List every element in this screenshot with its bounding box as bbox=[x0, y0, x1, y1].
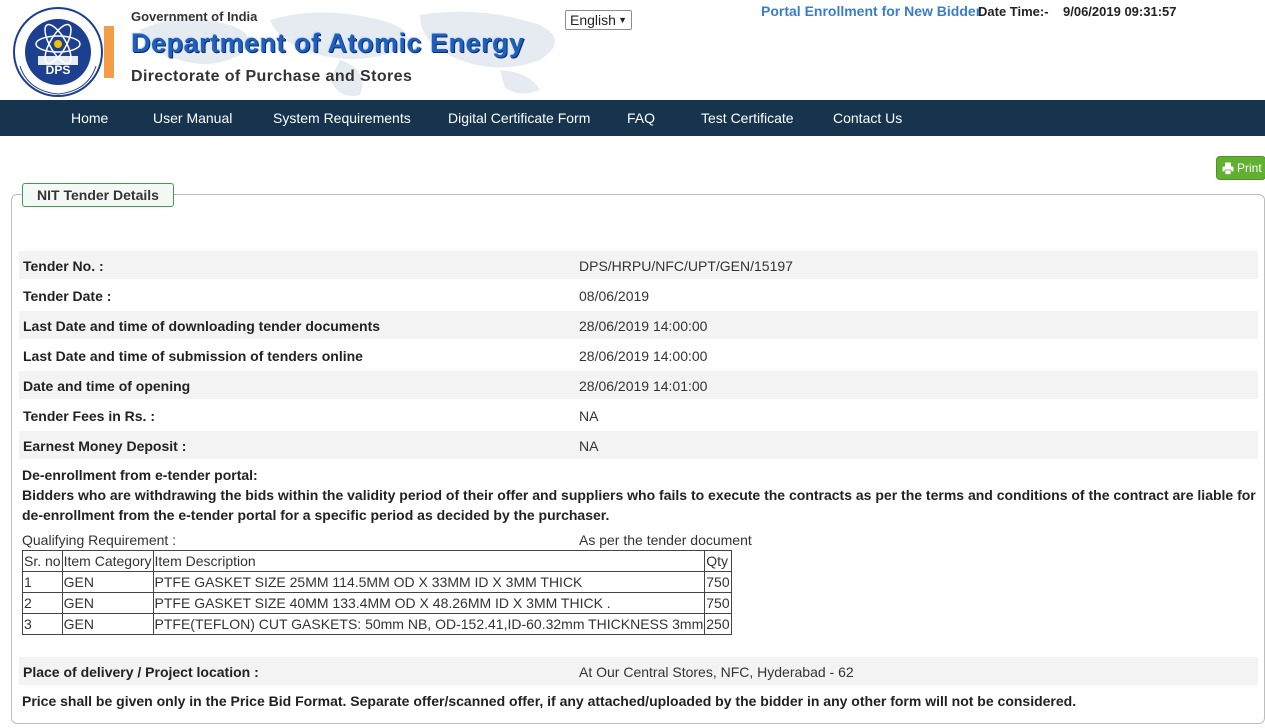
nav-contact-us[interactable]: Contact Us bbox=[833, 110, 902, 126]
detail-label: Tender No. : bbox=[23, 258, 104, 274]
cell-qty: 250 bbox=[704, 613, 732, 635]
detail-label: Last Date and time of downloading tender… bbox=[23, 318, 381, 334]
cell-sr-no: 1 bbox=[22, 571, 63, 593]
cell-qty: 750 bbox=[704, 571, 732, 593]
detail-value: DPS/HRPU/NFC/UPT/GEN/15197 bbox=[579, 258, 793, 274]
price-note: Price shall be given only in the Price B… bbox=[22, 693, 1077, 709]
deenroll-text-line-1: Bidders who are withdrawing the bids wit… bbox=[22, 487, 1256, 503]
detail-label: Earnest Money Deposit : bbox=[23, 438, 187, 454]
detail-row-tender-date: Tender Date : 08/06/2019 bbox=[19, 281, 1258, 309]
nav-faq[interactable]: FAQ bbox=[627, 110, 655, 126]
printer-icon bbox=[1222, 162, 1234, 175]
language-select-value: English bbox=[570, 12, 616, 28]
nav-home[interactable]: Home bbox=[71, 110, 108, 126]
cell-sr-no: 2 bbox=[22, 592, 63, 614]
qualifying-label: Qualifying Requirement : bbox=[22, 532, 177, 548]
nav-digital-certificate-form[interactable]: Digital Certificate Form bbox=[448, 110, 590, 126]
deenroll-heading: De-enrollment from e-tender portal: bbox=[22, 467, 258, 483]
detail-row-last-submission: Last Date and time of submission of tend… bbox=[19, 341, 1258, 369]
nav-user-manual[interactable]: User Manual bbox=[153, 110, 232, 126]
main-nav: Home User Manual System Requirements Dig… bbox=[0, 100, 1265, 136]
detail-label: Tender Fees in Rs. : bbox=[23, 408, 155, 424]
col-header-item-description: Item Description bbox=[152, 550, 706, 572]
detail-value: NA bbox=[579, 408, 599, 424]
cell-item-description: PTFE GASKET SIZE 25MM 114.5MM OD X 33MM … bbox=[152, 571, 706, 593]
detail-row-opening: Date and time of opening 28/06/2019 14:0… bbox=[19, 371, 1258, 399]
detail-value: 28/06/2019 14:00:00 bbox=[579, 348, 708, 364]
table-row: 3 GEN PTFE(TEFLON) CUT GASKETS: 50mm NB,… bbox=[22, 613, 732, 635]
cell-item-category: GEN bbox=[61, 613, 154, 635]
detail-row-tender-no: Tender No. : DPS/HRPU/NFC/UPT/GEN/15197 bbox=[19, 251, 1258, 279]
directorate-subtitle: Directorate of Purchase and Stores bbox=[131, 68, 413, 85]
cell-sr-no: 3 bbox=[22, 613, 63, 635]
cell-item-description: PTFE GASKET SIZE 40MM 133.4MM OD X 48.26… bbox=[152, 592, 706, 614]
nav-test-certificate[interactable]: Test Certificate bbox=[701, 110, 794, 126]
detail-value: NA bbox=[579, 438, 599, 454]
table-header-row: Sr. no Item Category Item Description Qt… bbox=[22, 550, 732, 572]
print-label: Print bbox=[1237, 161, 1262, 175]
detail-value: 08/06/2019 bbox=[579, 288, 650, 304]
detail-label: Date and time of opening bbox=[23, 378, 191, 394]
portal-enrollment-link[interactable]: Portal Enrollment for New Bidder bbox=[761, 3, 981, 19]
table-row: 1 GEN PTFE GASKET SIZE 25MM 114.5MM OD X… bbox=[22, 571, 732, 593]
department-title: Department of Atomic Energy bbox=[131, 28, 525, 58]
col-header-qty: Qty bbox=[704, 550, 732, 572]
table-row: 2 GEN PTFE GASKET SIZE 40MM 133.4MM OD X… bbox=[22, 592, 732, 614]
detail-label: Tender Date : bbox=[23, 288, 112, 304]
detail-label: Last Date and time of submission of tend… bbox=[23, 348, 363, 364]
svg-text:DPS: DPS bbox=[46, 63, 71, 77]
col-header-sr-no: Sr. no bbox=[22, 550, 63, 572]
site-header: DPS Government of India Department of At… bbox=[0, 0, 1265, 100]
qualifying-value: As per the tender document bbox=[579, 532, 752, 548]
detail-value: At Our Central Stores, NFC, Hyderabad - … bbox=[579, 664, 854, 680]
detail-row-last-download: Last Date and time of downloading tender… bbox=[19, 311, 1258, 339]
items-table: Sr. no Item Category Item Description Qt… bbox=[22, 550, 732, 635]
detail-value: 28/06/2019 14:00:00 bbox=[579, 318, 708, 334]
cell-qty: 750 bbox=[704, 592, 732, 614]
detail-label: Place of delivery / Project location : bbox=[23, 664, 259, 680]
section-title: NIT Tender Details bbox=[22, 183, 174, 207]
nav-system-requirements[interactable]: System Requirements bbox=[273, 110, 411, 126]
col-header-item-category: Item Category bbox=[61, 550, 154, 572]
dropdown-arrow-icon: ▼ bbox=[618, 15, 627, 25]
cell-item-category: GEN bbox=[61, 592, 154, 614]
detail-row-tender-fees: Tender Fees in Rs. : NA bbox=[19, 401, 1258, 429]
detail-row-delivery: Place of delivery / Project location : A… bbox=[19, 657, 1258, 685]
datetime-label: Date Time:- bbox=[978, 4, 1049, 19]
detail-row-emd: Earnest Money Deposit : NA bbox=[19, 431, 1258, 459]
cell-item-description: PTFE(TEFLON) CUT GASKETS: 50mm NB, OD-15… bbox=[152, 613, 706, 635]
cell-item-category: GEN bbox=[61, 571, 154, 593]
gov-of-india-text: Government of India bbox=[131, 9, 258, 24]
print-button[interactable]: Print bbox=[1216, 156, 1265, 180]
language-select[interactable]: English ▼ bbox=[565, 10, 632, 30]
dps-emblem-logo: DPS bbox=[13, 7, 114, 97]
datetime-value: 9/06/2019 09:31:57 bbox=[1063, 4, 1177, 19]
detail-value: 28/06/2019 14:01:00 bbox=[579, 378, 708, 394]
deenroll-text-line-2: de-enrollment from the e-tender portal f… bbox=[22, 507, 610, 523]
